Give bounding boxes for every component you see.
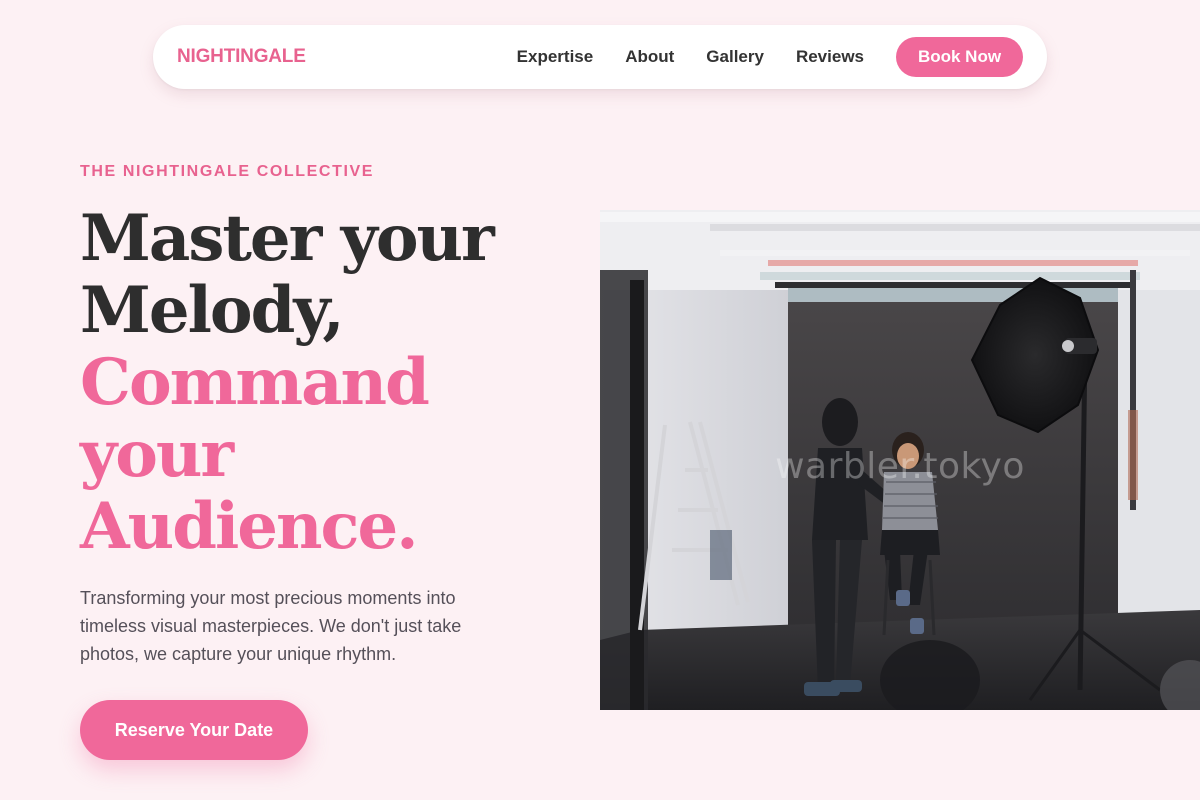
hero-photo: warbler.tokyo — [600, 210, 1200, 710]
reserve-date-button[interactable]: Reserve Your Date — [80, 700, 308, 760]
nav-link-expertise[interactable]: Expertise — [517, 47, 594, 67]
headline-line-1: Master your — [80, 201, 495, 276]
headline-line-3: Command — [80, 345, 430, 420]
top-navbar: NIGHTINGALE Expertise About Gallery Revi… — [153, 25, 1047, 89]
nav-link-gallery[interactable]: Gallery — [706, 47, 764, 67]
nav-link-reviews[interactable]: Reviews — [796, 47, 864, 67]
hero-headline: Master your Melody, Command your Audienc… — [80, 203, 560, 563]
headline-line-4: your — [80, 417, 234, 492]
nav-links: Expertise About Gallery Reviews Book Now — [517, 37, 1023, 77]
nav-link-about[interactable]: About — [625, 47, 674, 67]
headline-line-5: Audience. — [80, 489, 418, 564]
photo-studio-image — [600, 210, 1200, 710]
hero-subtext: Transforming your most precious moments … — [80, 588, 462, 664]
brand-logo[interactable]: NIGHTINGALE — [177, 46, 306, 68]
headline-line-2: Melody, — [80, 273, 345, 348]
hero-eyebrow: THE NIGHTINGALE COLLECTIVE — [80, 163, 375, 180]
book-now-button[interactable]: Book Now — [896, 37, 1023, 77]
